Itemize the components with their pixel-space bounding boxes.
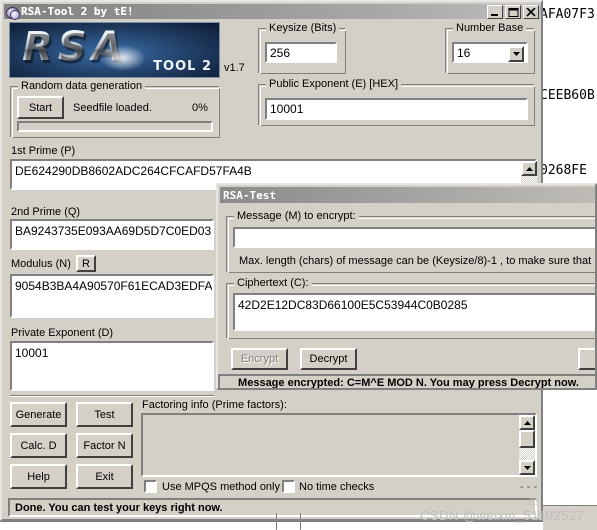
- scrollbar-thumb[interactable]: [519, 430, 535, 448]
- private-exponent-label: Private Exponent (D): [11, 327, 114, 339]
- number-base-value: 16: [457, 46, 471, 60]
- modulus-input[interactable]: 9054B3BA4A90570F61ECAD3EDFA61120: [10, 274, 214, 318]
- scroll-up-icon[interactable]: [521, 161, 537, 176]
- prime-p-label: 1st Prime (P): [11, 145, 76, 157]
- scroll-down-icon[interactable]: [519, 460, 535, 475]
- factoring-output[interactable]: [141, 413, 537, 477]
- seedfile-status: Seedfile loaded.: [73, 102, 152, 114]
- message-input[interactable]: [233, 227, 595, 248]
- seed-percent: 0%: [192, 102, 208, 114]
- use-mpqs-label: Use MPQS method only: [162, 481, 280, 493]
- public-exponent-input[interactable]: 10001: [265, 98, 528, 120]
- rsa-logo: RSA TOOL 2: [9, 22, 220, 78]
- help-button[interactable]: Help: [10, 464, 67, 489]
- scroll-up-icon[interactable]: [519, 415, 535, 430]
- desktop-tick: [300, 513, 301, 530]
- logo-text: RSA: [22, 24, 128, 70]
- rsa-test-dialog: RSA-Test Message (M) to encrypt: Max. le…: [216, 183, 597, 390]
- desktop-tick: [276, 513, 277, 530]
- divider: [10, 395, 214, 397]
- watermark: CSDN @weixin_51102527: [420, 508, 585, 523]
- close-button[interactable]: [523, 5, 539, 19]
- no-time-checks-checkbox[interactable]: [282, 480, 295, 493]
- logo-subtext: TOOL 2: [153, 59, 212, 74]
- test-button[interactable]: Test: [76, 402, 133, 427]
- main-titlebar[interactable]: RSA-Tool 2 by tE!: [4, 4, 541, 20]
- no-time-checks-label: No time checks: [299, 481, 375, 493]
- window-title: RSA-Tool 2 by tE!: [21, 5, 134, 18]
- modulus-label: Modulus (N): [11, 258, 71, 270]
- version-label: v1.7: [224, 62, 245, 74]
- encrypt-button[interactable]: Encrypt: [231, 348, 288, 370]
- factor-n-button[interactable]: Factor N: [76, 433, 133, 458]
- factoring-scrollbar[interactable]: [519, 415, 535, 475]
- dialog-title: RSA-Test: [223, 188, 276, 202]
- prime-q-label: 2nd Prime (Q): [11, 206, 81, 218]
- background-hex-fragment: 0268FE: [540, 163, 587, 178]
- factoring-legend: Factoring info (Prime factors):: [142, 399, 287, 411]
- watermark-corner: tE!: [527, 497, 539, 507]
- use-mpqs-checkbox[interactable]: [144, 480, 157, 493]
- seed-progress-bar: [17, 121, 213, 132]
- modulus-r-button[interactable]: R: [76, 255, 96, 272]
- maximize-button[interactable]: [505, 5, 521, 19]
- background-hex-fragment: AFA07F3: [540, 7, 595, 22]
- decrypt-button[interactable]: Decrypt: [300, 348, 357, 370]
- keysize-input[interactable]: 256: [265, 42, 337, 63]
- message-legend: Message (M) to encrypt:: [234, 210, 359, 222]
- start-button[interactable]: Start: [17, 96, 64, 119]
- number-base-select[interactable]: 16: [452, 42, 528, 63]
- random-data-legend: Random data generation: [18, 80, 146, 92]
- app-icon: [5, 5, 20, 20]
- public-exponent-legend: Public Exponent (E) [HEX]: [266, 78, 402, 90]
- private-exponent-input[interactable]: 10001: [10, 341, 214, 391]
- titlebar-buttons: [487, 5, 539, 19]
- keysize-legend: Keysize (Bits): [266, 22, 340, 34]
- calc-d-button[interactable]: Calc. D: [10, 433, 67, 458]
- chevron-down-icon[interactable]: [508, 46, 524, 62]
- prime-q-input[interactable]: BA9243735E093AA69D5D7C0ED03E1DD: [10, 219, 214, 250]
- message-hint: Max. length (chars) of message can be (K…: [239, 255, 597, 267]
- dialog-statusbar: Message encrypted: C=M^E MOD N. You may …: [218, 374, 595, 388]
- exit-button[interactable]: Exit: [76, 464, 133, 489]
- number-base-legend: Number Base: [453, 22, 527, 34]
- background-hex-fragment: CEEB60B: [540, 88, 595, 103]
- dialog-titlebar[interactable]: RSA-Test: [220, 187, 595, 203]
- generate-button[interactable]: Generate: [10, 402, 67, 427]
- screen: AFA07F3 CEEB60B 0268FE RSA-Tool 2 by tE!: [0, 0, 597, 530]
- cancel-button[interactable]: Can: [578, 348, 595, 370]
- factoring-right-marker: - - -: [520, 481, 538, 493]
- ciphertext-legend: Ciphertext (C):: [234, 277, 312, 289]
- ciphertext-output[interactable]: 42D2E12DC83D66100E5C53944C0B0285: [233, 293, 595, 331]
- minimize-button[interactable]: [487, 5, 503, 19]
